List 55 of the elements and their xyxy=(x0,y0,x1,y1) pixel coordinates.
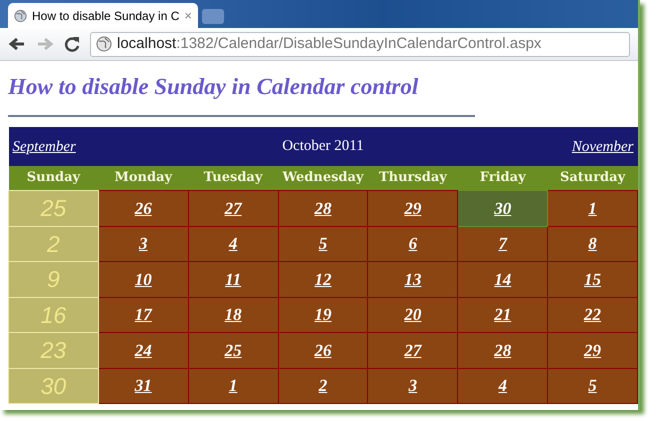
day-link[interactable]: 22 xyxy=(584,305,602,324)
day-link[interactable]: 6 xyxy=(408,234,418,254)
day-link[interactable]: 1 xyxy=(588,198,597,218)
day-link[interactable]: 5 xyxy=(318,234,328,254)
day-link[interactable]: 29 xyxy=(404,198,422,218)
day-link[interactable]: 8 xyxy=(588,234,597,254)
day-header: Sunday xyxy=(8,166,98,191)
page-heading: How to disable Sunday in Calendar control xyxy=(8,73,420,101)
close-button[interactable]: × xyxy=(184,9,192,22)
day-link[interactable]: 30 xyxy=(494,198,512,218)
day-link[interactable]: 15 xyxy=(584,270,602,289)
day-link[interactable]: 17 xyxy=(134,305,152,324)
day-link[interactable]: 31 xyxy=(134,376,152,396)
day-header: Wednesday xyxy=(278,166,368,191)
day-header: Friday xyxy=(458,166,548,191)
day-link[interactable]: 14 xyxy=(494,270,512,289)
day-link[interactable]: 29 xyxy=(584,340,602,360)
month-title: October 2011 xyxy=(98,126,548,166)
day-link[interactable]: 7 xyxy=(498,234,507,254)
tab-title: How to disable Sunday in C xyxy=(32,8,180,24)
day-link[interactable]: 25 xyxy=(224,340,242,360)
day-link[interactable]: 21 xyxy=(494,305,512,324)
day-link[interactable]: 18 xyxy=(224,305,242,324)
day-link[interactable]: 26 xyxy=(134,198,152,218)
day-link[interactable]: 28 xyxy=(494,340,512,360)
day-header: Thursday xyxy=(368,166,458,191)
day-link[interactable]: 12 xyxy=(314,270,332,289)
day-link[interactable]: 4 xyxy=(228,234,238,254)
day-link[interactable]: 1 xyxy=(228,376,238,396)
back-button[interactable] xyxy=(8,36,26,52)
day-header: Tuesday xyxy=(188,166,278,191)
globe-icon xyxy=(96,36,112,52)
day-link[interactable]: 24 xyxy=(134,340,152,360)
day-link[interactable]: 5 xyxy=(588,376,597,396)
prev-month-link[interactable]: September xyxy=(12,138,76,155)
day-header: Saturday xyxy=(548,166,638,191)
day-link[interactable]: 20 xyxy=(404,305,422,324)
next-month-link[interactable]: November xyxy=(572,138,634,155)
day-link[interactable]: 4 xyxy=(498,376,507,396)
globe-icon xyxy=(14,8,27,24)
day-link[interactable]: 26 xyxy=(314,340,332,360)
reload-button[interactable] xyxy=(64,36,80,52)
day-link[interactable]: 3 xyxy=(408,376,418,396)
day-link[interactable]: 3 xyxy=(139,234,148,254)
day-link[interactable]: 27 xyxy=(404,340,422,360)
day-link[interactable]: 28 xyxy=(314,198,332,218)
day-link[interactable]: 27 xyxy=(224,198,242,218)
day-header: Monday xyxy=(98,166,188,191)
day-link[interactable]: 2 xyxy=(318,376,328,396)
address-bar[interactable]: localhost:1382/Calendar/DisableSundayInCalendarControl.aspx xyxy=(90,32,630,56)
day-link[interactable]: 10 xyxy=(134,270,152,289)
browser-tab[interactable]: How to disable Sunday in C × xyxy=(8,3,198,28)
day-link[interactable]: 19 xyxy=(314,305,332,324)
day-link[interactable]: 13 xyxy=(404,270,422,289)
day-link[interactable]: 11 xyxy=(225,270,242,289)
